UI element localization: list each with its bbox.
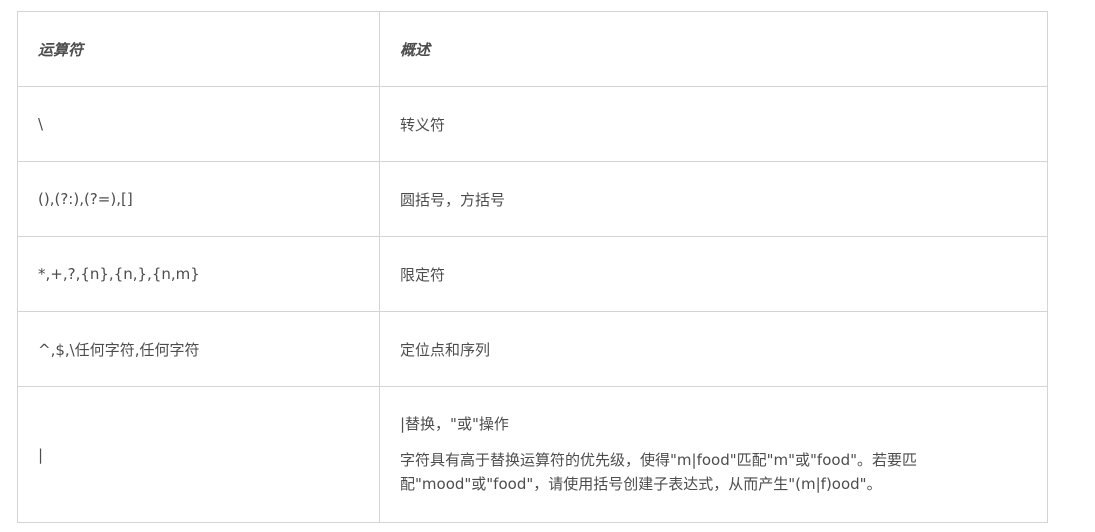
description-cell: 圆括号，方括号 [379, 161, 1048, 237]
operator-cell: ^,$,\任何字符,任何字符 [17, 311, 380, 387]
description-cell: |替换，"或"操作 字符具有高于替换运算符的优先级，使得"m|food"匹配"m… [379, 386, 1048, 523]
alternation-title: |替换，"或"操作 [400, 414, 509, 433]
table-row: | |替换，"或"操作 字符具有高于替换运算符的优先级，使得"m|food"匹配… [17, 386, 1048, 523]
table-row: *,+,?,{n},{n,},{n,m} 限定符 [17, 236, 1048, 312]
operator-precedence-table: 运算符 概述 \ 转义符 (),(?:),(?=),[] 圆括号，方括号 *,+… [17, 11, 1048, 523]
table-header-row: 运算符 概述 [17, 11, 1048, 87]
alternation-detail: 字符具有高于替换运算符的优先级，使得"m|food"匹配"m"或"food"。若… [400, 450, 917, 493]
description-cell: 限定符 [379, 236, 1048, 312]
table-row: ^,$,\任何字符,任何字符 定位点和序列 [17, 311, 1048, 387]
operator-cell: \ [17, 86, 380, 162]
operator-cell: (),(?:),(?=),[] [17, 161, 380, 237]
table-row: \ 转义符 [17, 86, 1048, 162]
description-cell: 定位点和序列 [379, 311, 1048, 387]
header-overview: 概述 [379, 11, 1048, 87]
table-row: (),(?:),(?=),[] 圆括号，方括号 [17, 161, 1048, 237]
operator-cell: | [17, 386, 380, 523]
header-operator: 运算符 [17, 11, 380, 87]
operator-cell: *,+,?,{n},{n,},{n,m} [17, 236, 380, 312]
description-cell: 转义符 [379, 86, 1048, 162]
